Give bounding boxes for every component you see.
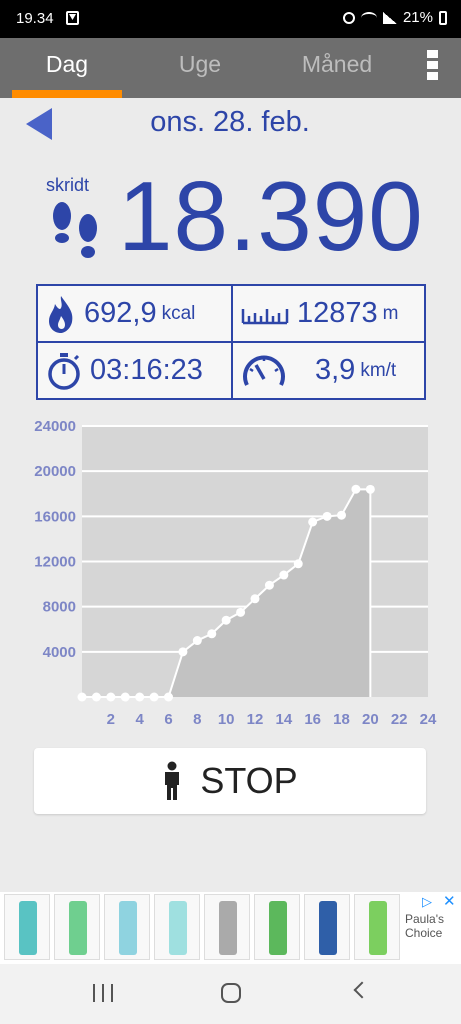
chart-x-tick-label: 22 <box>391 711 408 728</box>
signal-icon <box>382 11 397 24</box>
chart-x-tick-label: 2 <box>107 711 115 728</box>
chart-point <box>365 484 375 494</box>
chart-point <box>221 615 231 625</box>
chart-point <box>106 692 116 702</box>
tab-uge-label: Uge <box>178 51 222 77</box>
chart-y-tick-label: 20000 <box>34 463 76 480</box>
chart-point <box>279 570 289 580</box>
chart-x-tick-label: 14 <box>275 711 292 728</box>
ad-product[interactable] <box>4 894 50 960</box>
stat-speed: 3,9 km/t <box>241 343 426 398</box>
chart-x-tick-label: 20 <box>362 711 379 728</box>
ad-product[interactable] <box>154 894 200 960</box>
stat-distance: 12873 m <box>241 286 426 341</box>
ad-product[interactable] <box>54 894 100 960</box>
chart-y-tick-label: 8000 <box>43 599 76 616</box>
battery-percent: 21% <box>402 9 433 26</box>
flame-icon <box>49 295 73 333</box>
tab-maned-label: Måned <box>301 51 373 77</box>
tab-bar: Dag Uge Måned <box>0 38 461 98</box>
chart-point <box>337 510 346 520</box>
adchoices-icon[interactable]: ▷ <box>422 894 432 910</box>
distance-value: 12873 <box>297 297 378 329</box>
chart-point <box>192 636 202 646</box>
stop-button-label: STOP <box>200 760 298 801</box>
ad-close-icon[interactable]: ✕ <box>443 892 456 910</box>
chart-x-tick-label: 8 <box>193 711 201 728</box>
status-time: 19.34 <box>16 10 54 27</box>
steps-chart-svg: 24000200001600012000800040002 4 6 8 10 12 14 16… <box>34 418 437 728</box>
chart-x-tick-label: 10 <box>218 711 235 728</box>
stat-calories: 692,9 kcal <box>46 286 231 341</box>
speed-value: 3,9 <box>315 354 356 386</box>
speedometer-icon <box>243 355 285 386</box>
chart-y-tick-label: 12000 <box>34 554 76 571</box>
duration-value: 03:16:23 <box>90 354 203 386</box>
chart-point <box>149 692 159 702</box>
chart-x-tick-label: 12 <box>247 711 264 728</box>
person-icon <box>165 761 180 800</box>
ad-product[interactable] <box>304 894 350 960</box>
date-title: ons. 28. feb. <box>150 106 310 138</box>
ad-product[interactable] <box>104 894 150 960</box>
wifi-icon <box>360 11 377 24</box>
chart-y-tick-label: 24000 <box>34 418 76 435</box>
home-button[interactable] <box>221 983 241 1003</box>
chart-point <box>308 517 318 527</box>
ad-product[interactable] <box>354 894 400 960</box>
stats-grid: 692,9 kcal 12873 m 03:16:23 3,9 km/t <box>36 284 426 400</box>
ad-brand: Paula's Choice <box>405 912 444 940</box>
tab-uge[interactable]: Uge <box>150 38 250 98</box>
chart-point <box>178 647 188 657</box>
chart-x-tick-label: 16 <box>304 711 321 728</box>
status-icons: 21% <box>342 9 447 26</box>
chart-point <box>351 484 361 494</box>
chart-x-tick-label: 24 <box>420 711 437 728</box>
chart-point <box>236 607 246 617</box>
stop-button[interactable]: STOP <box>34 748 426 814</box>
tab-maned[interactable]: Måned <box>282 38 392 98</box>
ad-product[interactable] <box>204 894 250 960</box>
tab-dag-label: Dag <box>45 51 89 77</box>
system-nav-bar <box>0 964 461 1024</box>
active-tab-indicator <box>12 90 122 98</box>
steps-chart: 24000 20000 16000 12000 8000 4000 2 4 6 8 10 12 14 16… <box>0 410 461 730</box>
steps-label: skridt <box>46 175 90 195</box>
chart-x-tick-label: 18 <box>333 711 350 728</box>
back-button[interactable] <box>353 981 371 999</box>
chart-x-tick-label: 4 <box>135 711 144 728</box>
ad-banner[interactable]: ▷ ✕ Paula's Choice <box>0 892 461 964</box>
chart-x-tick-label: 6 <box>164 711 172 728</box>
chart-point <box>293 559 303 569</box>
ruler-icon <box>241 308 289 324</box>
distance-unit: m <box>382 302 399 324</box>
status-bar: 19.34 21% <box>0 0 461 38</box>
chart-point <box>120 692 130 702</box>
calories-value: 692,9 <box>84 297 157 329</box>
speed-unit: km/t <box>360 359 397 381</box>
tab-dag[interactable]: Dag <box>12 38 122 98</box>
chart-y-tick-label: 4000 <box>43 644 76 661</box>
chart-y-tick-label: 16000 <box>34 508 76 525</box>
chart-point <box>264 580 274 590</box>
chart-point <box>322 511 332 521</box>
chart-point <box>91 692 101 702</box>
battery-icon <box>439 10 447 25</box>
stat-duration: 03:16:23 <box>46 343 231 398</box>
stopwatch-icon <box>48 352 80 390</box>
chart-point <box>250 594 260 604</box>
chart-point <box>77 692 87 702</box>
notification-icon <box>66 11 79 25</box>
chart-point <box>135 692 145 702</box>
steps-count: 18.390 <box>118 161 424 271</box>
ad-product[interactable] <box>254 894 300 960</box>
calories-unit: kcal <box>161 302 196 324</box>
overflow-menu-icon[interactable] <box>424 50 440 84</box>
recent-apps-button[interactable] <box>93 984 113 1002</box>
footprints-icon <box>53 202 97 258</box>
previous-day-button[interactable] <box>26 108 52 140</box>
alarm-icon <box>342 11 355 24</box>
chart-point <box>207 629 217 639</box>
chart-point <box>164 692 173 702</box>
